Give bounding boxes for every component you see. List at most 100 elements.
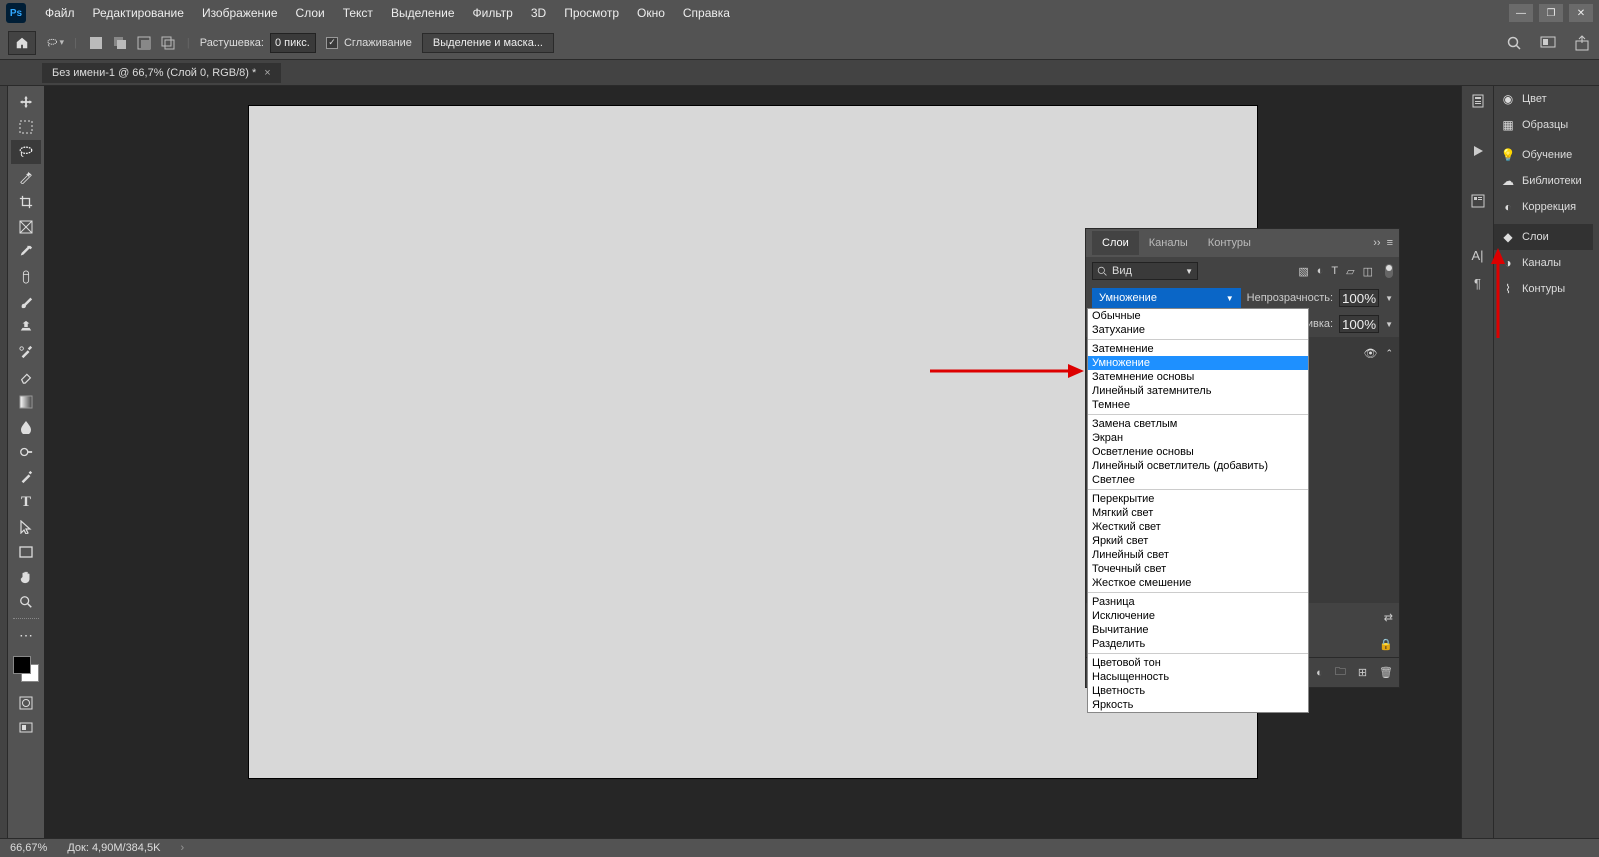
panel-shortcut-Контуры[interactable]: ⌇Контуры xyxy=(1494,276,1593,302)
healing-brush-tool[interactable] xyxy=(11,265,41,289)
share-icon[interactable] xyxy=(1573,34,1591,52)
blend-mode-option[interactable]: Светлее xyxy=(1088,473,1308,487)
blend-mode-option[interactable]: Линейный свет xyxy=(1088,548,1308,562)
panel-menu-icon[interactable]: ≡ xyxy=(1387,237,1393,249)
blend-mode-option[interactable]: Линейный затемнитель xyxy=(1088,384,1308,398)
zoom-level[interactable]: 66,67% xyxy=(10,842,47,854)
fill-input[interactable] xyxy=(1339,315,1379,333)
blend-mode-option[interactable]: Жесткий свет xyxy=(1088,520,1308,534)
filter-toggle[interactable] xyxy=(1385,264,1393,278)
blend-mode-option[interactable]: Затухание xyxy=(1088,323,1308,337)
menu-item[interactable]: Справка xyxy=(674,6,739,20)
blend-mode-option[interactable]: Темнее xyxy=(1088,398,1308,412)
edit-toolbar-button[interactable]: ⋯ xyxy=(11,623,41,647)
filter-smart-icon[interactable]: ◫ xyxy=(1363,265,1373,278)
blend-mode-option[interactable]: Разница xyxy=(1088,595,1308,609)
blend-mode-option[interactable]: Разделить xyxy=(1088,637,1308,651)
blend-mode-option[interactable]: Перекрытие xyxy=(1088,492,1308,506)
blend-mode-select[interactable]: Умножение ▼ xyxy=(1092,288,1241,308)
delete-layer-icon[interactable]: 🗑 xyxy=(1379,666,1393,679)
maximize-button[interactable]: ❐ xyxy=(1539,4,1563,22)
paragraph-panel-icon[interactable]: ¶ xyxy=(1467,272,1489,294)
blend-mode-option[interactable]: Экран xyxy=(1088,431,1308,445)
lock-icon[interactable]: 🔒 xyxy=(1379,638,1393,651)
rectangle-tool[interactable] xyxy=(11,540,41,564)
panel-shortcut-Образцы[interactable]: ▦Образцы xyxy=(1494,112,1593,138)
close-button[interactable]: ✕ xyxy=(1569,4,1593,22)
feather-input[interactable] xyxy=(270,33,316,53)
antialias-checkbox[interactable]: ✓ xyxy=(326,37,338,49)
new-layer-icon[interactable]: ⊞ xyxy=(1358,666,1367,679)
selection-intersect-icon[interactable] xyxy=(159,34,177,52)
menu-item[interactable]: Окно xyxy=(628,6,674,20)
selection-new-icon[interactable] xyxy=(87,34,105,52)
history-icon[interactable] xyxy=(1467,90,1489,112)
gradient-tool[interactable] xyxy=(11,390,41,414)
tab-channels[interactable]: Каналы xyxy=(1139,231,1198,255)
color-swatches[interactable] xyxy=(13,656,39,682)
new-fill-layer-icon[interactable]: ◐ xyxy=(1316,667,1323,679)
filter-type-icon[interactable]: T xyxy=(1331,265,1338,278)
document-tab[interactable]: Без имени-1 @ 66,7% (Слой 0, RGB/8) * × xyxy=(42,63,281,83)
quick-mask-button[interactable] xyxy=(11,691,41,715)
blend-mode-option[interactable]: Насыщенность xyxy=(1088,670,1308,684)
minimize-button[interactable]: — xyxy=(1509,4,1533,22)
clone-stamp-tool[interactable] xyxy=(11,315,41,339)
select-and-mask-button[interactable]: Выделение и маска... xyxy=(422,33,554,53)
home-button[interactable] xyxy=(8,31,36,55)
menu-item[interactable]: Слои xyxy=(287,6,334,20)
menu-item[interactable]: Выделение xyxy=(382,6,464,20)
menu-item[interactable]: Изображение xyxy=(193,6,287,20)
menu-item[interactable]: 3D xyxy=(522,6,555,20)
crop-tool[interactable] xyxy=(11,190,41,214)
move-tool[interactable] xyxy=(11,90,41,114)
marquee-tool[interactable] xyxy=(11,115,41,139)
panel-shortcut-Каналы[interactable]: ◑Каналы xyxy=(1494,250,1593,276)
tab-paths[interactable]: Контуры xyxy=(1198,231,1261,255)
character-panel-icon[interactable]: A| xyxy=(1467,244,1489,266)
blur-tool[interactable] xyxy=(11,415,41,439)
menu-item[interactable]: Фильтр xyxy=(464,6,522,20)
blend-mode-option[interactable]: Цветовой тон xyxy=(1088,656,1308,670)
visibility-icon[interactable]: 👁 xyxy=(1363,347,1377,360)
blend-mode-option[interactable]: Яркость xyxy=(1088,698,1308,712)
chevron-down-icon[interactable]: ▼ xyxy=(1385,320,1393,329)
blend-mode-option[interactable]: Осветление основы xyxy=(1088,445,1308,459)
opacity-input[interactable] xyxy=(1339,289,1379,307)
screen-mode-icon[interactable] xyxy=(1539,34,1557,52)
panel-shortcut-Коррекция[interactable]: ◐Коррекция xyxy=(1494,194,1593,220)
dodge-tool[interactable] xyxy=(11,440,41,464)
collapse-panel-icon[interactable]: ›› xyxy=(1373,237,1380,249)
menu-item[interactable]: Файл xyxy=(36,6,84,20)
blend-mode-option[interactable]: Точечный свет xyxy=(1088,562,1308,576)
properties-icon[interactable] xyxy=(1467,190,1489,212)
menu-item[interactable]: Текст xyxy=(334,6,382,20)
layer-filter-kind[interactable]: Вид ▼ xyxy=(1092,262,1198,280)
path-selection-tool[interactable] xyxy=(11,515,41,539)
panel-shortcut-Слои[interactable]: ◆Слои xyxy=(1494,224,1593,250)
lasso-tool[interactable] xyxy=(11,140,41,164)
blend-mode-option[interactable]: Исключение xyxy=(1088,609,1308,623)
blend-mode-option[interactable]: Яркий свет xyxy=(1088,534,1308,548)
hand-tool[interactable] xyxy=(11,565,41,589)
panel-shortcut-Цвет[interactable]: ◉Цвет xyxy=(1494,86,1593,112)
doc-info[interactable]: Док: 4,90M/384,5K xyxy=(67,842,160,854)
blend-mode-option[interactable]: Вычитание xyxy=(1088,623,1308,637)
lasso-tool-icon[interactable]: ▾ xyxy=(46,34,64,52)
filter-adjustment-icon[interactable]: ◐ xyxy=(1317,265,1324,278)
blend-mode-option[interactable]: Цветность xyxy=(1088,684,1308,698)
filter-flyout-icon[interactable]: ⇄ xyxy=(1384,611,1393,624)
right-edge-handle[interactable] xyxy=(1593,86,1599,838)
selection-add-icon[interactable] xyxy=(111,34,129,52)
blend-mode-option[interactable]: Замена светлым xyxy=(1088,417,1308,431)
pen-tool[interactable] xyxy=(11,465,41,489)
toolbox-collapse-handle[interactable] xyxy=(0,86,8,838)
blend-mode-option[interactable]: Обычные xyxy=(1088,309,1308,323)
eraser-tool[interactable] xyxy=(11,365,41,389)
blend-mode-option[interactable]: Затемнение основы xyxy=(1088,370,1308,384)
brush-tool[interactable] xyxy=(11,290,41,314)
chevron-right-icon[interactable]: › xyxy=(180,842,184,854)
blend-mode-option[interactable]: Затемнение xyxy=(1088,342,1308,356)
selection-subtract-icon[interactable] xyxy=(135,34,153,52)
panel-shortcut-Обучение[interactable]: 💡Обучение xyxy=(1494,142,1593,168)
